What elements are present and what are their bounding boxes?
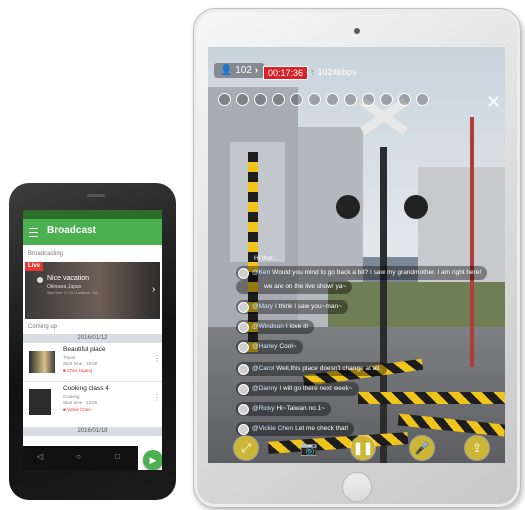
chat-message: @Carol Well,this place doesn't change at … [236, 362, 387, 376]
live-broadcast-card[interactable]: Live Nice vacation Okinawa,Japan Start t… [25, 262, 160, 319]
crossing-light [404, 195, 428, 219]
item-thumbnail [29, 389, 51, 415]
avatar [37, 277, 43, 283]
chat-message: Hi that... [254, 255, 279, 262]
camera-icon[interactable]: 📷 [297, 436, 321, 460]
scene-pole [470, 117, 474, 367]
fullscreen-icon[interactable]: ⤢ [234, 436, 258, 460]
avatar [238, 302, 249, 313]
menu-icon[interactable] [29, 228, 38, 237]
page-title: Broadcast [47, 225, 96, 236]
viewer-avatar[interactable] [380, 93, 393, 106]
viewer-avatar[interactable] [308, 93, 321, 106]
avatar [238, 424, 249, 435]
viewer-avatar[interactable] [344, 93, 357, 106]
app-bar: Broadcast [23, 219, 162, 245]
viewer-avatar[interactable] [236, 93, 249, 106]
section-header-broadcasting: Broadcasting [28, 251, 64, 257]
crossing-light [336, 195, 360, 219]
more-options-icon[interactable]: ⋮ [153, 393, 161, 402]
video-camera-icon: ▶ [149, 455, 157, 465]
chevron-right-icon: › [254, 65, 259, 76]
live-badge: Live [25, 262, 44, 271]
viewer-count: 102 [235, 65, 252, 76]
live-stream-screen: 👤 102 › 00:17:36 ↑ 1024kbps ✕ Hi that... … [208, 47, 505, 463]
chat-message: @Ken Would you mind to go back a bit? I s… [236, 266, 488, 280]
navigation-bar: ◁ ○ □ [23, 446, 138, 470]
recents-icon[interactable]: □ [115, 452, 120, 461]
tablet-camera [354, 28, 360, 34]
live-location: Okinawa,Japan [47, 284, 82, 290]
avatar [238, 384, 249, 395]
item-thumbnail [29, 351, 55, 373]
chat-message: @Vickie Chen Let me check that! [236, 422, 355, 436]
viewer-count-button[interactable]: 👤 102 › [214, 63, 265, 78]
microphone-icon[interactable]: 🎤 [410, 436, 434, 460]
viewer-avatar[interactable] [362, 93, 375, 106]
item-title: Cooking class 4 [63, 385, 109, 392]
bitrate-value: 1024kbps [317, 67, 357, 77]
viewer-avatar[interactable] [398, 93, 411, 106]
viewer-avatar[interactable] [218, 93, 231, 106]
chat-message: @Ricky Hi~Taiwan no.1~ [236, 402, 331, 416]
item-category: Travel [63, 355, 76, 360]
item-title: Beautiful place [63, 346, 106, 353]
chat-message: @Mary I think I saw you~man~ [236, 300, 348, 314]
list-item[interactable]: Beautiful place Travel Start time : 18:0… [23, 344, 162, 380]
pause-icon[interactable]: ❚❚ [351, 436, 375, 460]
chat-message: @Windsun I love it! [236, 320, 315, 334]
chevron-right-icon: › [152, 284, 156, 295]
viewer-avatar[interactable] [272, 93, 285, 106]
item-start-time: Start time : 12:00 [63, 400, 98, 405]
share-icon[interactable]: ⇪ [465, 436, 489, 460]
item-start-time: Start time : 18:00 [63, 361, 98, 366]
start-broadcast-button[interactable]: ▶ [143, 450, 162, 470]
chat-message: @Danny I will go there next week~ [236, 382, 359, 396]
phone-device: Broadcast Broadcasting Live Nice vacatio… [9, 183, 176, 500]
avatar [238, 342, 249, 353]
divider [23, 381, 162, 382]
viewer-avatar[interactable] [326, 93, 339, 106]
section-header-coming-up: Coming up [28, 324, 58, 330]
item-user: ■ Chris Huang [63, 368, 92, 373]
live-meta: Start time: 17:34 / Audience: 100 [47, 291, 98, 295]
crossing-pole [380, 147, 387, 463]
avatar [238, 404, 249, 415]
phone-camera [139, 192, 145, 198]
more-options-icon[interactable]: ⋮ [153, 354, 161, 363]
chat-message: @Harley Cool~ [236, 340, 303, 354]
scene-trees [328, 282, 505, 332]
barrier-stripe [358, 392, 505, 404]
viewer-avatar[interactable] [416, 93, 429, 106]
home-icon[interactable]: ○ [76, 452, 81, 461]
arrow-up-icon: ↑ [310, 67, 315, 77]
person-icon: 👤 [220, 65, 233, 76]
avatar [238, 268, 249, 279]
broadcast-app-screen: Broadcast Broadcasting Live Nice vacatio… [23, 210, 162, 470]
viewer-avatar[interactable] [290, 93, 303, 106]
live-title: Nice vacation [47, 275, 90, 282]
tablet-home-button[interactable] [342, 472, 372, 502]
broadcast-timer: 00:17:36 [263, 66, 309, 80]
date-divider: 2016/01/18 [23, 427, 162, 436]
status-bar [23, 210, 162, 219]
tablet-device: 👤 102 › 00:17:36 ↑ 1024kbps ✕ Hi that... … [193, 8, 521, 508]
avatar [238, 364, 249, 375]
item-user: ■ Vickie Chen [63, 407, 91, 412]
phone-speaker [87, 194, 105, 197]
item-category: Cooking [63, 394, 80, 399]
close-icon[interactable]: ✕ [486, 93, 501, 111]
list-item[interactable]: Cooking class 4 Cooking Start time : 12:… [23, 383, 162, 419]
back-icon[interactable]: ◁ [37, 452, 43, 461]
viewer-avatar[interactable] [254, 93, 267, 106]
avatar [238, 322, 249, 333]
date-divider: 2016/01/12 [23, 334, 162, 343]
chat-message: we are on the live show! ya~ [236, 280, 353, 294]
bitrate-indicator: ↑ 1024kbps [310, 67, 357, 77]
